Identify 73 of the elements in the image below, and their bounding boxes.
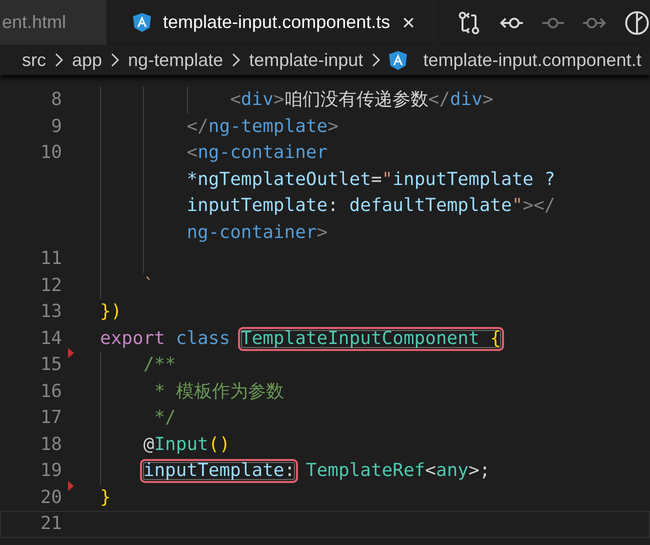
code-token: div	[240, 88, 274, 112]
code-token: TemplateInputComponent	[240, 328, 480, 349]
code-token: "	[382, 168, 393, 192]
editor-tab[interactable]: template-input.component.ts ×	[107, 0, 434, 45]
code-token: ng-container	[198, 141, 328, 165]
editor-tab[interactable]: ent.html	[0, 0, 107, 45]
code-token: >	[316, 220, 328, 244]
code-token: )	[110, 300, 122, 324]
breadcrumb-item[interactable]: src	[22, 50, 46, 70]
line-number: 13	[39, 300, 62, 324]
code-token: <	[230, 88, 241, 112]
code-token: inputTemplate	[143, 461, 284, 482]
code-token: >	[328, 114, 338, 138]
code-token: Input	[154, 432, 208, 456]
line-number: 16	[39, 380, 62, 404]
breadcrumb-item[interactable]: template-input.component.t	[389, 50, 642, 70]
code-token: class	[176, 326, 232, 350]
line-number: 9	[50, 114, 62, 138]
code-token: >	[482, 88, 494, 112]
breadcrumb-item[interactable]: ng-template	[128, 50, 224, 70]
compare-icon[interactable]	[456, 10, 482, 36]
code-token: 咱们没有传递参数	[284, 88, 428, 112]
code-token: =	[370, 168, 382, 192]
close-icon[interactable]: ×	[402, 12, 415, 34]
line-number: 12	[39, 274, 62, 298]
code-token: *ngTemplateOutlet	[186, 168, 371, 192]
code-token: `	[143, 274, 154, 298]
code-token: </	[428, 88, 450, 112]
code-token: ></	[522, 194, 556, 218]
code-token: defaultTemplate	[349, 194, 512, 218]
code-token: <	[186, 141, 198, 165]
deleted-lines-marker[interactable]	[68, 480, 74, 490]
code-token: }	[100, 300, 111, 324]
line-number: 11	[39, 247, 62, 271]
code-token: <	[425, 459, 436, 483]
code-token: * 模板作为参数	[153, 380, 284, 404]
line-number: 14	[39, 326, 62, 350]
code-token: "	[512, 194, 523, 218]
code-token: TemplateRef	[304, 459, 426, 483]
code-token: {	[490, 328, 501, 349]
line-number: 17	[39, 406, 62, 430]
chevron-icon	[230, 52, 242, 68]
chevron-icon	[109, 52, 122, 68]
code-token: /**	[143, 353, 176, 377]
breadcrumb-item[interactable]: app	[72, 50, 102, 70]
code-token: inputTemplate ?	[392, 168, 556, 192]
code-token: :	[328, 194, 340, 218]
code-token: >	[273, 88, 284, 112]
code-token: export	[100, 326, 166, 350]
line-number: 18	[39, 432, 62, 456]
breadcrumb-item[interactable]: template-input	[249, 50, 364, 70]
line-number: 8	[50, 88, 62, 112]
deleted-lines-marker[interactable]	[68, 348, 74, 358]
line-number: 10	[39, 141, 62, 165]
code-token: ng-container	[186, 220, 317, 244]
code-token: >;	[468, 459, 490, 483]
code-token: */	[153, 406, 176, 430]
chevron-icon	[370, 52, 382, 68]
line-number: 15	[39, 353, 62, 377]
code-token: }	[100, 486, 111, 510]
code-token: @	[143, 432, 154, 456]
code-token: </	[186, 114, 208, 138]
code-token: ng-template	[208, 114, 328, 138]
line-number: 19	[39, 459, 62, 483]
code-token: :	[284, 461, 296, 482]
code-token: inputTemplate	[186, 194, 328, 218]
code-token: ()	[208, 432, 230, 456]
graph-icon[interactable]	[624, 10, 650, 36]
chevron-icon	[53, 52, 65, 68]
code-token: div	[450, 88, 482, 112]
code-token: any	[436, 459, 468, 483]
line-number: 20	[39, 486, 62, 510]
line-number: 21	[39, 512, 62, 536]
